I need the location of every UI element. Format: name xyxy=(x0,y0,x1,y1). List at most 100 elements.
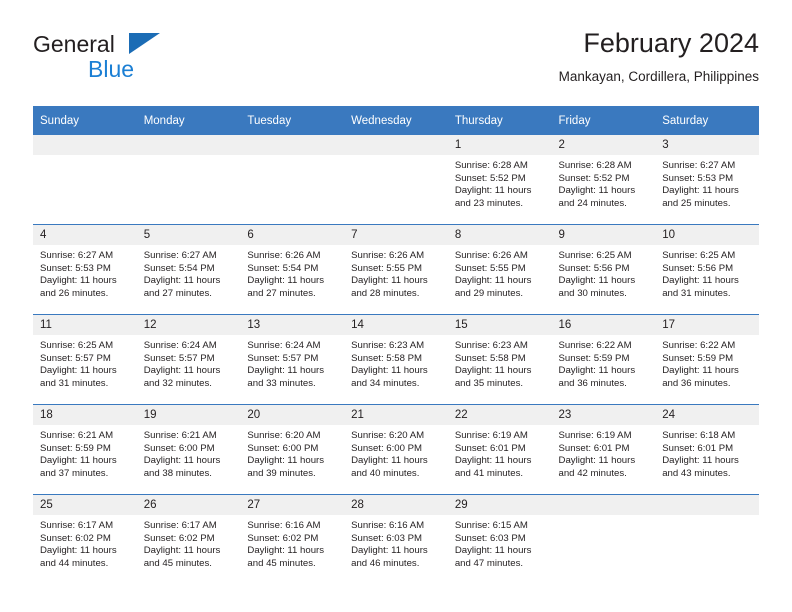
sunrise-text: Sunrise: 6:17 AM xyxy=(143,520,217,531)
calendar-day-cell[interactable]: 3 Sunrise: 6:27 AM Sunset: 5:53 PM Daylight… xyxy=(655,135,759,225)
sunrise-text: Sunrise: 6:15 AM xyxy=(454,520,528,531)
calendar-day-cell[interactable]: 1 Sunrise: 6:28 AM Sunset: 5:52 PM Daylight… xyxy=(447,135,552,225)
calendar-day-cell[interactable]: 11 Sunrise: 6:25 AM Sunset: 5:57 PM Dayligh… xyxy=(33,314,137,405)
daylight-text-line2: and 38 minutes. xyxy=(143,467,212,479)
sunset-text: Sunset: 5:57 PM xyxy=(143,352,215,364)
calendar-day-cell[interactable]: 28 Sunrise: 6:16 AM Sunset: 6:03 PM Dayligh… xyxy=(344,494,448,584)
calendar-day-cell[interactable]: 17 Sunrise: 6:22 AM Sunset: 5:59 PM Dayligh… xyxy=(655,314,759,405)
daylight-text-line1: Daylight: 11 hours xyxy=(40,275,117,287)
calendar-day-cell[interactable]: 8 Sunrise: 6:26 AM Sunset: 5:55 PM Daylight… xyxy=(447,224,552,315)
calendar-day-cell[interactable]: 26 Sunrise: 6:17 AM Sunset: 6:02 PM Dayligh… xyxy=(136,494,241,584)
day-number: 26 xyxy=(136,495,241,515)
day-details: Sunrise: 6:24 AM Sunset: 5:57 PM Daylight:… xyxy=(240,335,344,390)
calendar-week-row: 4 Sunrise: 6:27 AM Sunset: 5:53 PM Daylight… xyxy=(33,224,759,315)
sunrise-text: Sunrise: 6:24 AM xyxy=(247,340,321,351)
calendar-day-cell[interactable]: 16 Sunrise: 6:22 AM Sunset: 5:59 PM Dayligh… xyxy=(551,314,656,405)
calendar-day-cell[interactable]: 14 Sunrise: 6:23 AM Sunset: 5:58 PM Dayligh… xyxy=(344,314,448,405)
sunrise-text: Sunrise: 6:21 AM xyxy=(40,430,114,441)
day-details: Sunrise: 6:21 AM Sunset: 5:59 PM Daylight:… xyxy=(33,425,137,480)
day-details: Sunrise: 6:20 AM Sunset: 6:00 PM Daylight:… xyxy=(240,425,344,480)
calendar-day-cell[interactable]: 4 Sunrise: 6:27 AM Sunset: 5:53 PM Daylight… xyxy=(33,224,137,315)
sunrise-text: Sunrise: 6:23 AM xyxy=(351,340,425,351)
day-number xyxy=(344,135,448,155)
daylight-text-line1: Daylight: 11 hours xyxy=(454,275,532,287)
calendar-day-cell[interactable]: 12 Sunrise: 6:24 AM Sunset: 5:57 PM Dayligh… xyxy=(136,314,241,405)
weekday-header-friday: Friday xyxy=(551,106,656,135)
sunrise-text: Sunrise: 6:19 AM xyxy=(454,430,528,441)
calendar-day-cell[interactable]: 6 Sunrise: 6:26 AM Sunset: 5:54 PM Daylight… xyxy=(240,224,345,315)
daylight-text-line2: and 44 minutes. xyxy=(40,557,109,569)
day-details: Sunrise: 6:19 AM Sunset: 6:01 PM Daylight:… xyxy=(552,425,656,480)
sunrise-text: Sunrise: 6:22 AM xyxy=(662,340,736,351)
calendar-day-cell[interactable]: 20 Sunrise: 6:20 AM Sunset: 6:00 PM Dayligh… xyxy=(240,404,345,495)
day-details: Sunrise: 6:20 AM Sunset: 6:00 PM Daylight:… xyxy=(344,425,448,480)
daylight-text-line1: Daylight: 11 hours xyxy=(40,365,117,377)
daylight-text-line2: and 30 minutes. xyxy=(558,287,627,299)
day-details: Sunrise: 6:15 AM Sunset: 6:03 PM Daylight:… xyxy=(448,515,552,570)
daylight-text-line1: Daylight: 11 hours xyxy=(454,365,532,377)
sunset-text: Sunset: 6:00 PM xyxy=(143,442,215,454)
calendar-day-cell-empty xyxy=(136,135,241,225)
calendar-day-cell[interactable]: 22 Sunrise: 6:19 AM Sunset: 6:01 PM Dayligh… xyxy=(447,404,552,495)
calendar-day-cell[interactable]: 5 Sunrise: 6:27 AM Sunset: 5:54 PM Daylight… xyxy=(136,224,241,315)
sunset-text: Sunset: 5:56 PM xyxy=(662,262,734,274)
daylight-text-line1: Daylight: 11 hours xyxy=(247,545,325,557)
logo-text-general: General xyxy=(33,31,115,57)
calendar-day-cell[interactable]: 24 Sunrise: 6:18 AM Sunset: 6:01 PM Dayligh… xyxy=(655,404,759,495)
daylight-text-line1: Daylight: 11 hours xyxy=(662,185,739,197)
day-details: Sunrise: 6:26 AM Sunset: 5:54 PM Daylight:… xyxy=(240,245,344,300)
calendar-day-cell[interactable]: 9 Sunrise: 6:25 AM Sunset: 5:56 PM Daylight… xyxy=(551,224,656,315)
sunset-text: Sunset: 5:55 PM xyxy=(454,262,526,274)
day-number: 11 xyxy=(33,315,137,335)
calendar-page: General Blue February 2024 Mankayan, Cor… xyxy=(0,0,792,612)
day-number: 24 xyxy=(655,405,759,425)
calendar-day-cell[interactable]: 18 Sunrise: 6:21 AM Sunset: 5:59 PM Dayligh… xyxy=(33,404,137,495)
calendar-day-cell[interactable]: 13 Sunrise: 6:24 AM Sunset: 5:57 PM Dayligh… xyxy=(240,314,345,405)
daylight-text-line1: Daylight: 11 hours xyxy=(454,455,532,467)
calendar-day-cell[interactable]: 25 Sunrise: 6:17 AM Sunset: 6:02 PM Dayligh… xyxy=(33,494,137,584)
daylight-text-line2: and 46 minutes. xyxy=(351,557,420,569)
calendar-day-cell-empty xyxy=(655,494,759,584)
weekday-header-wednesday: Wednesday xyxy=(344,106,448,135)
calendar-day-cell[interactable]: 2 Sunrise: 6:28 AM Sunset: 5:52 PM Daylight… xyxy=(551,135,656,225)
daylight-text-line2: and 37 minutes. xyxy=(40,467,109,479)
daylight-text-line2: and 40 minutes. xyxy=(351,467,420,479)
daylight-text-line1: Daylight: 11 hours xyxy=(351,455,428,467)
day-number: 6 xyxy=(240,225,345,245)
calendar-day-cell[interactable]: 15 Sunrise: 6:23 AM Sunset: 5:58 PM Dayligh… xyxy=(447,314,552,405)
sunset-text: Sunset: 5:58 PM xyxy=(454,352,526,364)
calendar-week-row: 18 Sunrise: 6:21 AM Sunset: 5:59 PM Dayligh… xyxy=(33,404,759,495)
day-number: 13 xyxy=(240,315,345,335)
sunrise-text: Sunrise: 6:16 AM xyxy=(351,520,425,531)
calendar-day-cell[interactable]: 21 Sunrise: 6:20 AM Sunset: 6:00 PM Dayligh… xyxy=(344,404,448,495)
calendar-day-cell[interactable]: 27 Sunrise: 6:16 AM Sunset: 6:02 PM Dayligh… xyxy=(240,494,345,584)
day-details xyxy=(655,515,759,520)
day-details: Sunrise: 6:19 AM Sunset: 6:01 PM Daylight:… xyxy=(448,425,552,480)
calendar-day-cell[interactable]: 23 Sunrise: 6:19 AM Sunset: 6:01 PM Dayligh… xyxy=(551,404,656,495)
day-details xyxy=(240,155,344,160)
calendar-day-cell[interactable]: 29 Sunrise: 6:15 AM Sunset: 6:03 PM Dayligh… xyxy=(447,494,552,584)
calendar-day-cell[interactable]: 7 Sunrise: 6:26 AM Sunset: 5:55 PM Daylight… xyxy=(344,224,448,315)
day-number: 23 xyxy=(551,405,656,425)
daylight-text-line2: and 39 minutes. xyxy=(247,467,316,479)
calendar-header-row: Sunday Monday Tuesday Wednesday Thursday… xyxy=(33,106,759,135)
daylight-text-line2: and 31 minutes. xyxy=(40,377,109,389)
daylight-text-line2: and 31 minutes. xyxy=(662,287,731,299)
day-number: 27 xyxy=(240,495,345,515)
sunrise-text: Sunrise: 6:21 AM xyxy=(143,430,217,441)
day-details: Sunrise: 6:16 AM Sunset: 6:02 PM Daylight:… xyxy=(240,515,344,570)
sunrise-text: Sunrise: 6:26 AM xyxy=(247,250,321,261)
sunrise-text: Sunrise: 6:27 AM xyxy=(143,250,217,261)
calendar-day-cell[interactable]: 19 Sunrise: 6:21 AM Sunset: 6:00 PM Dayligh… xyxy=(136,404,241,495)
day-number: 20 xyxy=(240,405,345,425)
sunset-text: Sunset: 5:59 PM xyxy=(662,352,734,364)
sunrise-text: Sunrise: 6:27 AM xyxy=(662,160,736,171)
day-number: 15 xyxy=(447,315,552,335)
calendar-day-cell[interactable]: 10 Sunrise: 6:25 AM Sunset: 5:56 PM Dayligh… xyxy=(655,224,759,315)
day-number: 10 xyxy=(655,225,759,245)
calendar-day-cell-empty xyxy=(33,135,137,225)
day-number: 21 xyxy=(344,405,448,425)
sunset-text: Sunset: 5:55 PM xyxy=(351,262,423,274)
day-details: Sunrise: 6:22 AM Sunset: 5:59 PM Daylight:… xyxy=(552,335,656,390)
day-details: Sunrise: 6:18 AM Sunset: 6:01 PM Daylight:… xyxy=(655,425,759,480)
